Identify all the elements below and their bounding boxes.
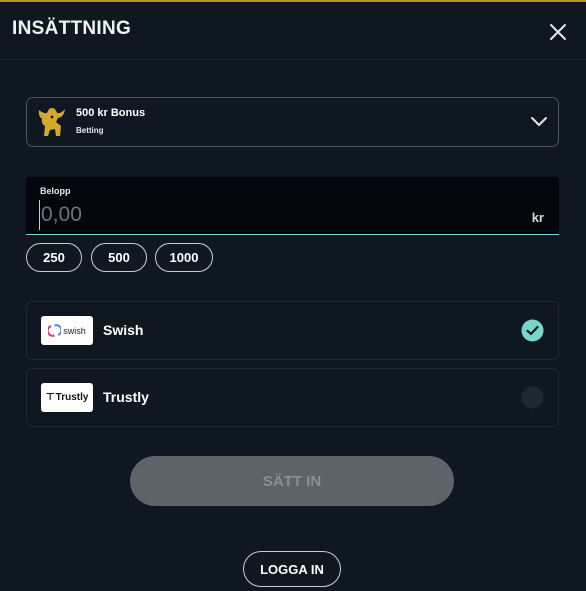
swish-icon	[48, 324, 62, 337]
trustly-logo-mark: ⊤	[45, 392, 55, 403]
deposit-submit-button[interactable]: SÄTT IN	[130, 456, 454, 506]
amount-field: Belopp kr	[26, 177, 559, 235]
trustly-logo-text: Trustly	[55, 392, 89, 403]
bonus-title: 500 kr Bonus	[76, 107, 146, 119]
trustly-label: Trustly	[103, 389, 149, 405]
payment-method-swish[interactable]: swish Swish	[26, 301, 559, 360]
deposit-modal: INSÄTTNING 500 kr Bonus Betting Belopp k…	[0, 0, 586, 591]
bonus-select[interactable]: 500 kr Bonus Betting	[26, 97, 559, 147]
close-icon[interactable]	[546, 20, 570, 44]
quick-amount-250-button[interactable]: 250	[26, 243, 82, 272]
trustly-logo: ⊤ Trustly	[41, 383, 93, 412]
login-button[interactable]: LOGGA IN	[243, 551, 341, 587]
modal-header: INSÄTTNING	[0, 2, 586, 60]
bonus-subtitle: Betting	[76, 126, 104, 135]
modal-title: INSÄTTNING	[12, 18, 132, 39]
amount-label: Belopp	[40, 186, 71, 196]
quick-amount-1000-button[interactable]: 1000	[155, 243, 213, 272]
swish-logo-text: swish	[63, 325, 86, 336]
payment-method-trustly[interactable]: ⊤ Trustly Trustly	[26, 368, 559, 427]
amount-unit: kr	[531, 210, 544, 225]
radio-empty-icon	[521, 386, 544, 409]
amount-input[interactable]	[39, 200, 499, 230]
quick-amount-500-button[interactable]: 500	[91, 243, 147, 272]
swish-label: Swish	[103, 322, 144, 338]
chevron-down-icon	[531, 117, 547, 126]
swish-logo: swish	[41, 316, 93, 345]
check-circle-icon	[521, 319, 544, 342]
bull-logo-icon	[38, 108, 65, 136]
